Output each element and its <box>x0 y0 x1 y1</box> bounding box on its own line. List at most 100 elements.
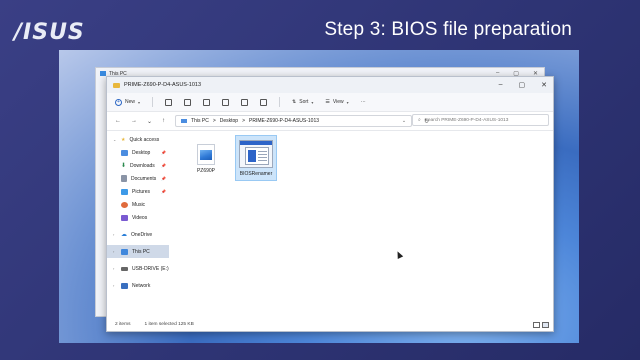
sidebar-item-videos[interactable]: Videos <box>107 211 169 224</box>
new-button[interactable]: + New ▾ <box>115 98 141 106</box>
network-icon <box>121 282 128 289</box>
breadcrumb-current-folder[interactable]: PRIME-Z690-P-D4-ASUS-1013 <box>249 118 319 124</box>
more-options-button[interactable]: ··· <box>361 99 366 105</box>
folder-icon <box>113 82 120 88</box>
view-label: View <box>332 99 344 105</box>
chevron-right-icon[interactable]: › <box>113 266 117 271</box>
chevron-down-icon: ▾ <box>311 99 314 105</box>
chevron-down-icon[interactable]: ⌄ <box>402 118 406 124</box>
star-icon: ★ <box>121 136 126 143</box>
breadcrumb-separator: > <box>242 118 245 124</box>
view-toggle <box>533 322 549 328</box>
sidebar-item-label: Downloads <box>130 162 155 169</box>
address-bar[interactable]: This PC > Desktop > PRIME-Z690-P-D4-ASUS… <box>175 115 413 127</box>
music-icon <box>121 201 128 208</box>
share-icon[interactable] <box>241 98 249 106</box>
chevron-right-icon[interactable]: › <box>113 232 117 237</box>
asus-logo: /ISUS <box>14 20 85 45</box>
sidebar-item-label: OneDrive <box>131 231 153 238</box>
recent-locations-button[interactable]: ⌄ <box>147 118 152 125</box>
pictures-icon <box>121 188 128 195</box>
paste-icon[interactable] <box>203 98 211 106</box>
maximize-button[interactable]: ▢ <box>519 81 526 89</box>
cut-icon[interactable] <box>165 98 173 106</box>
sidebar-item-label: Quick access <box>129 136 160 143</box>
sidebar-item-label: Network <box>132 282 151 289</box>
sidebar-item-label: Pictures <box>132 188 151 195</box>
sidebar-item-label: Music <box>132 201 146 208</box>
back-button[interactable]: ← <box>115 118 121 124</box>
plus-icon: + <box>115 98 122 106</box>
divider <box>279 97 281 107</box>
file-name: BIOSRenamer <box>239 171 273 177</box>
item-count: 2 items <box>115 322 131 327</box>
pin-icon: 📌 <box>161 150 166 155</box>
sort-button[interactable]: ⇅ Sort ▾ <box>292 99 313 105</box>
sidebar-item-desktop[interactable]: Desktop 📌 <box>107 146 169 159</box>
breadcrumb-this-pc[interactable]: This PC <box>191 118 209 124</box>
sidebar-item-label: This PC <box>132 248 150 255</box>
sidebar-item-downloads[interactable]: ⬇ Downloads 📌 <box>107 159 169 172</box>
cloud-icon: ☁ <box>121 232 127 238</box>
file-item[interactable]: BIOSRenamer <box>235 135 277 181</box>
breadcrumb-desktop[interactable]: Desktop <box>220 118 238 124</box>
sort-icon: ⇅ <box>292 99 297 105</box>
pc-icon <box>181 119 188 123</box>
file-item[interactable]: PZ690P <box>185 138 227 184</box>
sidebar-item-music[interactable]: Music <box>107 198 169 211</box>
image-file-icon <box>197 144 215 165</box>
download-icon: ⬇ <box>121 163 127 169</box>
rename-icon[interactable] <box>222 98 230 106</box>
sidebar-item-network[interactable]: › Network <box>107 279 169 292</box>
chevron-down-icon[interactable]: ⌄ <box>113 137 117 142</box>
search-placeholder: Search PRIME-Z690-P-D4-ASUS-1013 <box>424 117 509 123</box>
file-list: PZ690P BIOSRenamer <box>179 133 549 318</box>
new-label: New <box>125 99 136 105</box>
minimize-button[interactable]: – <box>499 81 503 89</box>
sidebar-item-label: Videos <box>132 214 148 221</box>
desktop-icon <box>121 149 128 156</box>
view-icon: ☰ <box>325 99 330 105</box>
sidebar-item-onedrive[interactable]: › ☁ OneDrive <box>107 228 169 241</box>
window-titlebar[interactable]: PRIME-Z690-P-D4-ASUS-1013 – ▢ ✕ <box>107 77 553 93</box>
sidebar-item-usb-drive[interactable]: › USB-DRIVE (E:) <box>107 262 169 275</box>
large-icons-view-icon[interactable] <box>542 322 549 328</box>
file-explorer-window: PRIME-Z690-P-D4-ASUS-1013 – ▢ ✕ + New ▾ … <box>106 76 554 332</box>
divider <box>152 97 154 107</box>
sidebar-item-quick-access[interactable]: ⌄ ★ Quick access <box>107 133 169 146</box>
file-name: PZ690P <box>196 168 216 174</box>
command-bar: + New ▾ ⇅ Sort ▾ ☰ View ▾ ··· <box>107 93 553 112</box>
window-controls: – ▢ ✕ <box>499 81 547 89</box>
copy-icon[interactable] <box>184 98 192 106</box>
view-button[interactable]: ☰ View ▾ <box>325 99 348 105</box>
details-view-icon[interactable] <box>533 322 540 328</box>
slide-title: Step 3: BIOS file preparation <box>324 19 572 40</box>
sidebar-item-documents[interactable]: Documents 📌 <box>107 172 169 185</box>
chevron-down-icon: ▾ <box>138 99 141 105</box>
sidebar-item-label: Desktop <box>132 149 151 156</box>
sidebar-item-this-pc[interactable]: › This PC <box>107 245 169 258</box>
application-file-icon <box>239 140 273 168</box>
sidebar-item-pictures[interactable]: Pictures 📌 <box>107 185 169 198</box>
pin-icon: 📌 <box>161 189 166 194</box>
usb-drive-icon <box>121 266 128 271</box>
pin-icon: 📌 <box>161 163 166 168</box>
sidebar-item-label: USB-DRIVE (E:) <box>132 265 169 272</box>
videos-icon <box>121 214 128 221</box>
search-icon: ⌕ <box>418 118 421 123</box>
up-button[interactable]: ↑ <box>162 118 165 124</box>
delete-icon[interactable] <box>260 98 268 106</box>
pc-icon <box>121 248 128 255</box>
chevron-down-icon: ▾ <box>346 99 349 105</box>
search-input[interactable]: ⌕ Search PRIME-Z690-P-D4-ASUS-1013 <box>412 114 549 126</box>
sidebar-item-label: Documents <box>131 175 157 182</box>
navigation-pane: ⌄ ★ Quick access Desktop 📌 ⬇ Downloads 📌… <box>107 133 169 318</box>
chevron-right-icon[interactable]: › <box>113 249 117 254</box>
sort-label: Sort <box>299 99 309 105</box>
selection-info: 1 item selected 125 KB <box>144 322 194 327</box>
status-bar: 2 items 1 item selected 125 KB <box>115 322 194 327</box>
chevron-right-icon[interactable]: › <box>113 283 117 288</box>
forward-button[interactable]: → <box>131 118 137 124</box>
breadcrumb-separator: > <box>212 118 216 124</box>
close-button[interactable]: ✕ <box>541 81 547 89</box>
